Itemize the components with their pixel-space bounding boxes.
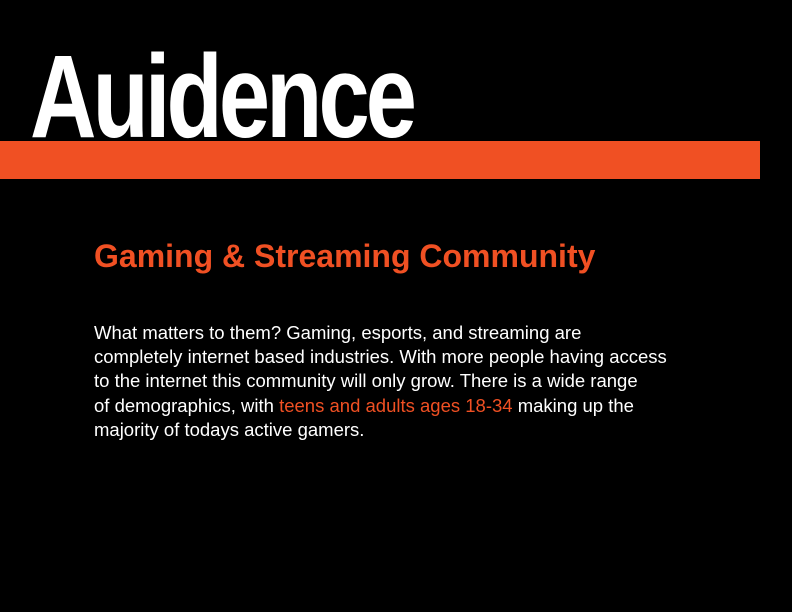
body-line-2: completely internet based industries. Wi…: [94, 346, 667, 368]
body-line-4: of demographics, with teens and adults a…: [94, 394, 734, 418]
body-line-5: majority of todays active gamers.: [94, 418, 365, 440]
body-line-4-start: of demographics, with: [94, 394, 280, 416]
section-subtitle: Gaming & Streaming Community: [94, 238, 596, 274]
age-range-highlight: teens and adults ages 18-34: [279, 394, 513, 416]
accent-bar: [0, 141, 760, 179]
body-paragraph: What matters to them? Gaming, esports, a…: [94, 321, 734, 442]
body-line-1: What matters to them? Gaming, esports, a…: [94, 322, 582, 343]
body-line-4-end: making up the: [512, 394, 634, 416]
page-title: Auidence: [30, 31, 417, 163]
body-line-3: to the internet this community will only…: [94, 370, 638, 392]
slide-page: Auidence Gaming & Streaming Community Wh…: [0, 0, 792, 612]
